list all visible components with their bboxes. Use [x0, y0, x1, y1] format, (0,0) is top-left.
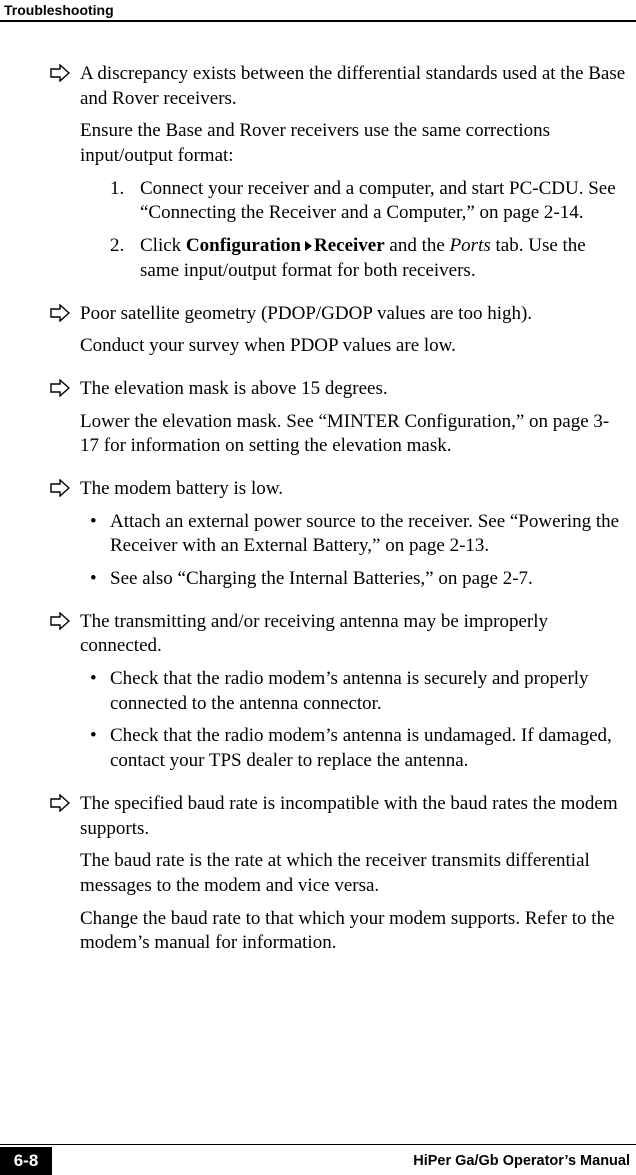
bullet-icon: • [90, 567, 97, 592]
item-para: Ensure the Base and Rover receivers use … [80, 119, 626, 168]
list-text: Click Configuration Receiver and the Port… [140, 235, 586, 281]
bold-text: Receiver [314, 235, 385, 256]
item-head: A discrepancy exists between the differe… [80, 62, 626, 111]
item-para: Conduct your survey when PDOP values are… [80, 334, 626, 359]
item-head: The modem battery is low. [80, 477, 626, 502]
troubleshoot-item: Poor satellite geometry (PDOP/GDOP value… [50, 302, 626, 359]
arrow-right-icon [50, 64, 70, 82]
page-content: A discrepancy exists between the differe… [0, 22, 636, 956]
bullet-text: Check that the radio modem’s antenna is … [110, 668, 589, 714]
footer-row: 6-8 HiPer Ga/Gb Operator’s Manual [0, 1147, 636, 1175]
numbered-list: 1. Connect your receiver and a computer,… [80, 177, 626, 284]
list-text: Connect your receiver and a computer, an… [140, 178, 616, 224]
bullet-item: • See also “Charging the Internal Batter… [90, 567, 626, 592]
list-number: 2. [110, 234, 124, 259]
bullet-list: • Attach an external power source to the… [80, 510, 626, 592]
arrow-right-icon [50, 794, 70, 812]
header-title: Troubleshooting [4, 2, 114, 18]
page-footer: 6-8 HiPer Ga/Gb Operator’s Manual [0, 1144, 636, 1175]
bullet-text: Attach an external power source to the r… [110, 511, 619, 557]
bullet-text: Check that the radio modem’s antenna is … [110, 725, 612, 771]
text-run: and the [385, 235, 450, 256]
bold-text: Configuration [186, 235, 301, 256]
item-para: Change the baud rate to that which your … [80, 907, 626, 956]
arrow-right-icon [50, 612, 70, 630]
item-head: The transmitting and/or receiving antenn… [80, 610, 626, 659]
item-head: Poor satellite geometry (PDOP/GDOP value… [80, 302, 626, 327]
bullet-list: • Check that the radio modem’s antenna i… [80, 667, 626, 774]
bullet-item: • Check that the radio modem’s antenna i… [90, 667, 626, 716]
text-run: Click [140, 235, 186, 256]
bullet-icon: • [90, 510, 97, 535]
page-number: 6-8 [0, 1147, 52, 1175]
item-para: The baud rate is the rate at which the r… [80, 849, 626, 898]
triangle-right-icon [301, 234, 314, 259]
numbered-item: 2. Click Configuration Receiver and the P… [110, 234, 626, 283]
footer-rule [0, 1144, 636, 1145]
arrow-right-icon [50, 304, 70, 322]
troubleshoot-item: A discrepancy exists between the differe… [50, 62, 626, 284]
italic-text: Ports [450, 235, 491, 256]
bullet-icon: • [90, 667, 97, 692]
troubleshoot-item: The elevation mask is above 15 degrees. … [50, 377, 626, 459]
item-para: Lower the elevation mask. See “MINTER Co… [80, 410, 626, 459]
bullet-item: • Attach an external power source to the… [90, 510, 626, 559]
arrow-right-icon [50, 479, 70, 497]
numbered-item: 1. Connect your receiver and a computer,… [110, 177, 626, 226]
troubleshoot-item: The specified baud rate is incompatible … [50, 792, 626, 956]
arrow-right-icon [50, 379, 70, 397]
item-head: The elevation mask is above 15 degrees. [80, 377, 626, 402]
troubleshoot-item: The transmitting and/or receiving antenn… [50, 610, 626, 774]
bullet-icon: • [90, 724, 97, 749]
running-header: Troubleshooting [0, 0, 636, 18]
bullet-item: • Check that the radio modem’s antenna i… [90, 724, 626, 773]
footer-title: HiPer Ga/Gb Operator’s Manual [52, 1147, 636, 1175]
item-head: The specified baud rate is incompatible … [80, 792, 626, 841]
troubleshoot-item: The modem battery is low. • Attach an ex… [50, 477, 626, 592]
list-number: 1. [110, 177, 124, 202]
bullet-text: See also “Charging the Internal Batterie… [110, 568, 533, 589]
